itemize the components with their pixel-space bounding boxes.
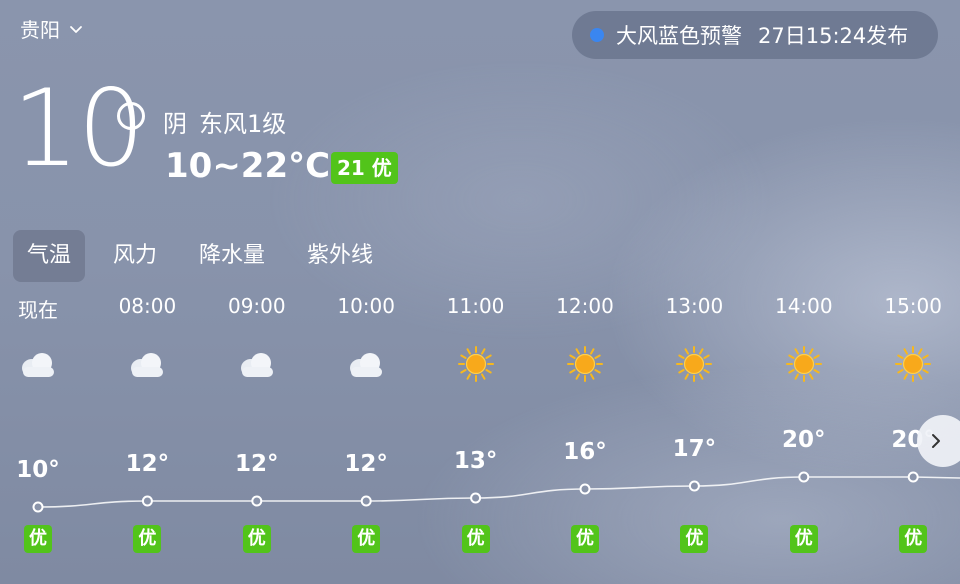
current-temperature: 10 [12,67,145,190]
weather-alert-pill[interactable]: 大风蓝色预警 27日15:24发布 [572,11,938,59]
temperature-point [579,483,591,495]
air-quality-badge: 优 [680,525,709,553]
hour-temperature: 17° [672,436,717,462]
temperature-point [141,495,153,507]
sunny-icon [456,344,496,384]
chevron-down-icon [70,25,82,33]
temperature-point [251,495,263,507]
hour-temperature: 16° [563,439,607,465]
sunny-icon [893,344,933,384]
air-quality-badge: 优 [789,525,818,553]
temperature-point [470,492,482,504]
tab-temperature[interactable]: 气温 [13,230,86,282]
air-quality-badge: 优 [242,525,271,553]
air-quality-badge: 优 [461,525,490,553]
degree-symbol-icon [117,102,145,130]
temperature-point [907,471,919,483]
city-name: 贵阳 [20,18,60,42]
wind-text: 东风1级 [199,110,287,138]
temperature-point [32,501,44,513]
hourly-forecast: 现在 10° 优 08:00 12° 优 09:00 12° 优 10:00 12° 优 11:00 13… [0,290,960,584]
hour-label: 08:00 [118,294,177,318]
hour-label: 15:00 [884,294,942,318]
temperature-point [360,495,372,507]
next-page-button[interactable] [917,415,960,467]
city-selector[interactable]: 贵阳 [20,14,84,43]
alert-dot-icon [590,28,604,42]
air-quality-badge: 优 [133,525,162,553]
tab-uv[interactable]: 紫外线 [293,230,387,282]
current-condition: 阴东风1级 [163,104,286,139]
sunny-icon [565,344,605,384]
cloudy-icon [237,344,277,384]
hour-temperature: 20° [782,427,826,453]
metric-tabs: 气温 风力 降水量 紫外线 [13,230,397,282]
tab-wind[interactable]: 风力 [99,230,171,282]
air-quality-badge: 优 [899,525,928,553]
temperature-point [688,480,700,492]
hour-label: 11:00 [446,294,505,318]
hour-label: 14:00 [774,294,833,318]
hour-temperature: 13° [453,448,498,474]
hour-temperature: 10° [16,457,60,483]
temperature-range: 10~22°C [165,146,331,186]
sunny-icon [784,344,824,384]
sunny-icon [674,344,714,384]
alert-time: 27日15:24发布 [758,24,909,48]
cloudy-icon [18,344,58,384]
tab-precipitation[interactable]: 降水量 [185,230,279,282]
hour-label: 现在 [18,298,58,322]
air-quality-badge: 优 [571,525,599,553]
hour-label: 09:00 [227,294,286,318]
condition-text: 阴 [163,110,187,138]
air-quality-badge: 优 [352,525,381,553]
cloudy-icon [346,344,386,384]
hour-label: 12:00 [556,294,614,318]
temperature-line [37,476,960,508]
temperature-point [798,471,810,483]
hour-temperature: 12° [125,451,170,477]
aqi-badge[interactable]: 21 优 [331,152,398,184]
cloudy-icon [127,344,167,384]
hour-label: 10:00 [337,294,395,318]
hour-label: 13:00 [665,294,724,318]
alert-text: 大风蓝色预警 [616,24,742,48]
air-quality-badge: 优 [24,525,52,553]
chevron-right-icon [932,434,940,448]
hour-temperature: 12° [344,451,388,477]
hour-temperature: 12° [235,451,279,477]
